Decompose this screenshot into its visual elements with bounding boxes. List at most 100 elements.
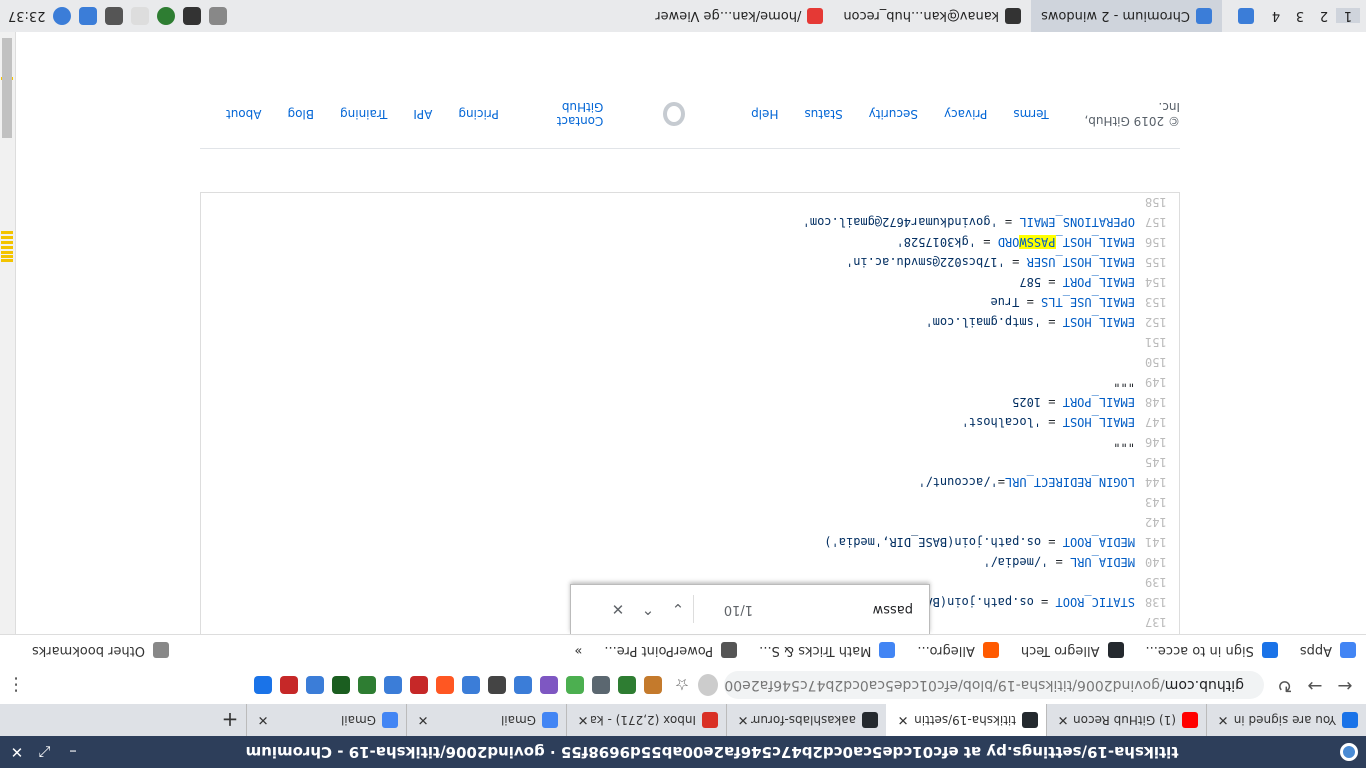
tab-0[interactable]: You are signed in ✕ (1206, 704, 1366, 736)
extension-icon[interactable] (514, 676, 532, 694)
find-next-button[interactable]: ⌃ (633, 601, 663, 619)
bookmark-apps[interactable]: Apps (1300, 642, 1356, 659)
find-previous-button[interactable]: ⌄ (663, 601, 693, 619)
bookmark-star-icon[interactable]: ☆ (672, 676, 692, 695)
bookmark-item[interactable]: PowerPoint Pre... (604, 642, 738, 659)
extension-icon[interactable] (410, 676, 428, 694)
footer-link[interactable]: Contact GitHub (525, 100, 604, 128)
new-tab-button[interactable]: + (214, 708, 246, 732)
line-number[interactable]: 155 (1135, 252, 1179, 272)
line-number[interactable]: 152 (1135, 312, 1179, 332)
network-icon[interactable] (157, 7, 176, 25)
footer-link[interactable]: Terms (1013, 107, 1048, 121)
github-logo-icon[interactable] (663, 102, 686, 126)
workspace-2[interactable]: 2 (1312, 9, 1336, 24)
extension-icon[interactable] (358, 676, 376, 694)
line-number[interactable]: 142 (1135, 512, 1179, 532)
extension-icon[interactable] (488, 676, 506, 694)
tab-close-icon[interactable]: ✕ (895, 713, 911, 728)
bookmark-item[interactable]: Allegro Tech (1021, 642, 1124, 659)
footer-link[interactable]: Status (804, 107, 842, 121)
line-number[interactable]: 148 (1135, 392, 1179, 412)
tab-1[interactable]: (1) GitHub Recon ✕ (1046, 704, 1206, 736)
minimize-button[interactable]: – (62, 741, 84, 763)
page-scrollbar[interactable] (0, 32, 16, 634)
line-number[interactable]: 154 (1135, 272, 1179, 292)
tab-4[interactable]: Inbox (2,271) - ka ✕ (566, 704, 726, 736)
reload-button[interactable]: ↻ (1270, 670, 1300, 700)
file-manager-icon[interactable] (1222, 0, 1264, 32)
extension-icon[interactable] (592, 676, 610, 694)
footer-link[interactable]: Pricing (458, 107, 498, 121)
line-number[interactable]: 141 (1135, 532, 1179, 552)
maximize-button[interactable]: ⤢ (34, 741, 56, 763)
tab-close-icon[interactable]: ✕ (255, 713, 271, 728)
tab-2[interactable]: titiksha-19/settin ✕ (886, 704, 1046, 736)
extension-icon[interactable] (644, 676, 662, 694)
extension-icon[interactable] (566, 676, 584, 694)
extension-icon[interactable] (280, 676, 298, 694)
line-number[interactable]: 147 (1135, 412, 1179, 432)
extension-icon[interactable] (306, 676, 324, 694)
footer-link[interactable]: Privacy (944, 107, 987, 121)
browser-menu-button[interactable]: ⋮ (6, 675, 26, 696)
extension-icon[interactable] (384, 676, 402, 694)
footer-link[interactable]: About (226, 107, 261, 121)
bookmark-item[interactable]: Allegro... (917, 642, 999, 659)
line-number[interactable]: 153 (1135, 292, 1179, 312)
tab-close-icon[interactable]: ✕ (1055, 713, 1071, 728)
address-bar[interactable]: github.com/govind2006/titiksha-19/blob/e… (724, 671, 1264, 699)
footer-link[interactable]: Security (869, 107, 918, 121)
bookmarks-overflow[interactable]: » (574, 643, 582, 658)
bookmark-other[interactable]: Other bookmarks (32, 642, 170, 659)
line-number[interactable]: 138 (1135, 592, 1179, 612)
line-number[interactable]: 144 (1135, 472, 1179, 492)
forward-button[interactable]: → (1300, 670, 1330, 700)
line-number[interactable]: 156 (1135, 232, 1179, 252)
updates-icon[interactable] (79, 7, 98, 25)
bookmark-item[interactable]: Math Tricks & S... (759, 642, 896, 659)
close-window-button[interactable]: ✕ (6, 741, 28, 763)
workspace-1[interactable]: 1 (1336, 8, 1360, 24)
line-number[interactable]: 149 (1135, 372, 1179, 392)
tab-close-icon[interactable]: ✕ (735, 713, 751, 728)
taskbar-item[interactable]: /home/kan...ge Viewer (645, 0, 833, 32)
tab-6[interactable]: Gmail ✕ (246, 704, 406, 736)
line-number[interactable]: 151 (1135, 332, 1179, 352)
extension-icon[interactable] (462, 676, 480, 694)
workspace-4[interactable]: 4 (1264, 9, 1288, 24)
tab-close-icon[interactable]: ✕ (415, 713, 431, 728)
tab-close-icon[interactable]: ✕ (575, 713, 591, 728)
footer-link[interactable]: API (413, 107, 432, 121)
line-number[interactable]: 146 (1135, 432, 1179, 452)
line-number[interactable]: 158 (1135, 192, 1179, 212)
battery-icon[interactable] (209, 7, 228, 25)
line-number[interactable]: 140 (1135, 552, 1179, 572)
back-button[interactable]: ← (1330, 670, 1360, 700)
scrollbar-thumb[interactable] (2, 38, 12, 138)
tab-5[interactable]: Gmail ✕ (406, 704, 566, 736)
tab-3[interactable]: aakashlabs-forum ✕ (726, 704, 886, 736)
tab-close-icon[interactable]: ✕ (1215, 713, 1231, 728)
line-number[interactable]: 139 (1135, 572, 1179, 592)
find-icon[interactable] (698, 674, 718, 696)
clock[interactable]: 23:37 (8, 9, 45, 24)
line-number[interactable]: 143 (1135, 492, 1179, 512)
find-input[interactable]: passw (753, 602, 913, 617)
line-number[interactable]: 150 (1135, 352, 1179, 372)
taskbar-item[interactable]: Chromium - 2 windows (1031, 0, 1222, 32)
extension-icon[interactable] (332, 676, 350, 694)
extension-icon[interactable] (540, 676, 558, 694)
chromium-tray-icon[interactable] (53, 7, 72, 25)
extension-icon[interactable] (618, 676, 636, 694)
clipboard-icon[interactable] (131, 7, 150, 25)
line-number[interactable]: 145 (1135, 452, 1179, 472)
warning-icon[interactable] (105, 7, 124, 25)
workspace-3[interactable]: 3 (1288, 9, 1312, 24)
find-close-button[interactable]: ✕ (603, 601, 633, 619)
bookmark-item[interactable]: Sign in to acce... (1146, 642, 1278, 659)
taskbar-item[interactable]: kanav@kan...hub_recon (833, 0, 1031, 32)
footer-link[interactable]: Help (751, 107, 778, 121)
footer-link[interactable]: Training (340, 107, 387, 121)
footer-link[interactable]: Blog (287, 107, 314, 121)
